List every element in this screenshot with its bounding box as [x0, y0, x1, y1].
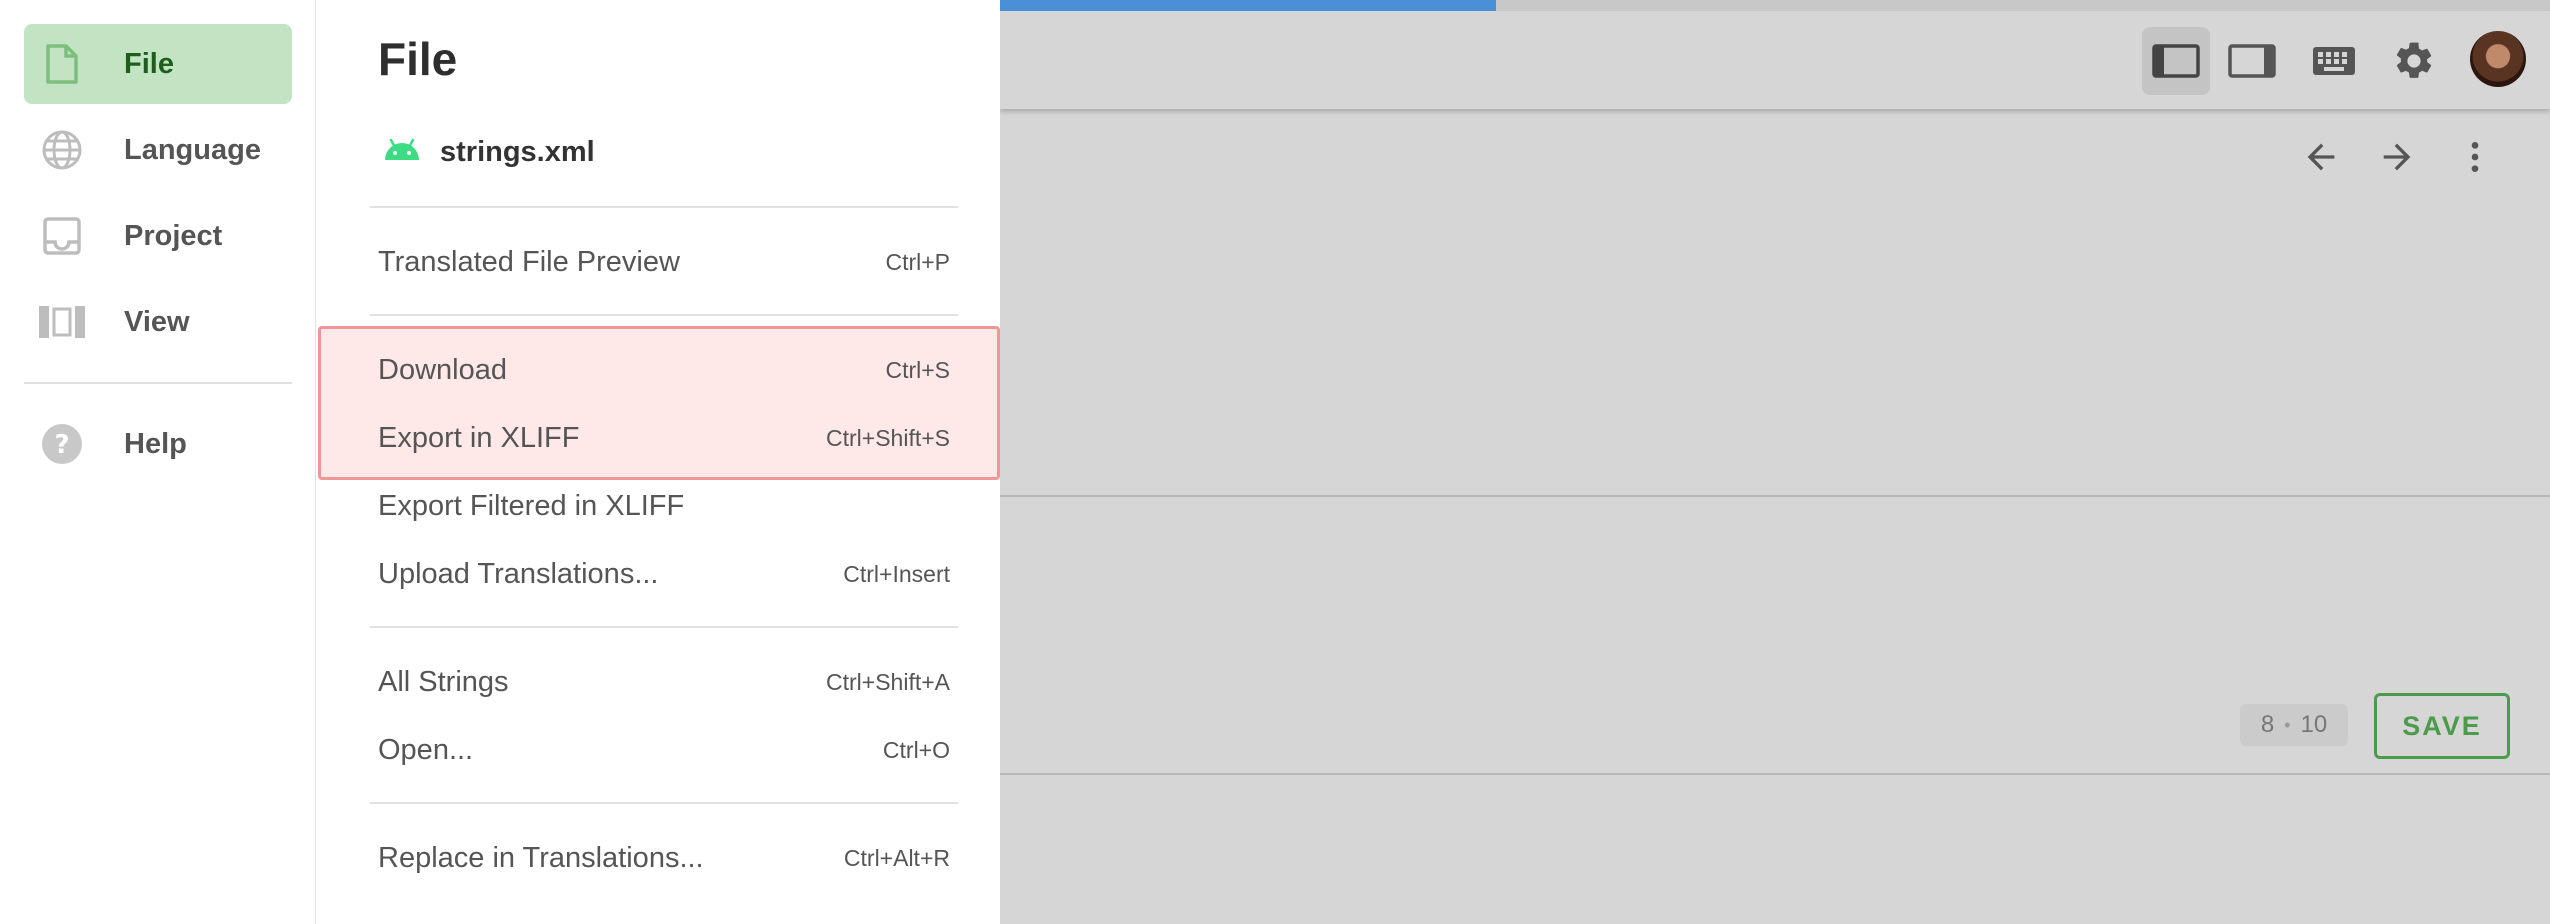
menu-divider — [370, 206, 958, 208]
sidebar-item-label: View — [124, 305, 190, 338]
menu-item-shortcut: Ctrl+P — [885, 248, 950, 275]
menu-item-download[interactable]: Download Ctrl+S — [378, 340, 950, 400]
avatar[interactable] — [2470, 31, 2526, 87]
file-icon — [45, 43, 79, 85]
char-counter: 8 • 10 — [2240, 704, 2348, 746]
sidebar-item-view[interactable]: View — [24, 282, 292, 362]
gear-icon[interactable] — [2380, 27, 2448, 95]
menu-divider — [370, 314, 958, 316]
counter-max: 10 — [2300, 711, 2328, 738]
inbox-icon — [42, 216, 82, 256]
save-button[interactable]: SAVE — [2374, 693, 2510, 759]
menu-item-all-strings[interactable]: All Strings Ctrl+Shift+A — [378, 652, 950, 712]
menu-item-translated-file-preview[interactable]: Translated File Preview Ctrl+P — [378, 232, 950, 292]
file-name: strings.xml — [440, 136, 595, 168]
arrow-left-icon[interactable] — [2294, 130, 2348, 184]
menu-item-label: Upload Translations... — [378, 557, 659, 590]
sidebar-item-label: Help — [124, 427, 187, 460]
menu-item-shortcut: Ctrl+Alt+R — [843, 844, 950, 871]
counter-current: 8 — [2260, 711, 2275, 738]
arrow-right-icon[interactable] — [2370, 130, 2424, 184]
menu-item-shortcut: Ctrl+S — [885, 356, 950, 383]
menu-item-export-filtered-xliff[interactable]: Export Filtered in XLIFF — [378, 476, 950, 536]
menu-item-upload-translations[interactable]: Upload Translations... Ctrl+Insert — [378, 544, 950, 604]
sidebar-item-help[interactable]: ? Help — [24, 404, 292, 484]
menu-item-label: Export in XLIFF — [378, 421, 580, 454]
android-icon — [382, 138, 422, 167]
menu-item-label: All Strings — [378, 665, 509, 698]
menu-item-label: Replace in Translations... — [378, 841, 704, 874]
view-columns-icon — [39, 306, 85, 338]
help-circle-icon: ? — [41, 423, 83, 465]
top-toolbar — [1000, 11, 2550, 109]
editor-divider — [1000, 495, 2550, 497]
sidebar-divider — [24, 382, 292, 384]
sidebar-item-label: Language — [124, 133, 261, 166]
menu-item-label: Translated File Preview — [378, 245, 680, 278]
menu-item-shortcut: Ctrl+Shift+S — [826, 424, 950, 451]
menu-item-open[interactable]: Open... Ctrl+O — [378, 720, 950, 780]
menu-item-shortcut: Ctrl+O — [882, 736, 950, 763]
file-menu-panel: File strings.xml Translated File Preview… — [316, 0, 1000, 924]
sidebar-left-icon[interactable] — [2142, 27, 2210, 95]
counter-separator: • — [2284, 714, 2291, 735]
menu-item-replace-in-translations[interactable]: Replace in Translations... Ctrl+Alt+R — [378, 828, 950, 888]
sidebar-item-project[interactable]: Project — [24, 196, 292, 276]
menu-divider — [370, 802, 958, 804]
menu-divider — [370, 626, 958, 628]
progress-fill — [1000, 0, 1496, 11]
left-nav: File Language Project View ? Help — [0, 0, 316, 924]
menu-item-label: Export Filtered in XLIFF — [378, 489, 685, 522]
menu-item-shortcut: Ctrl+Insert — [843, 560, 950, 587]
svg-text:?: ? — [54, 430, 69, 460]
sidebar-right-icon[interactable] — [2218, 27, 2286, 95]
panel-title: File — [378, 33, 458, 85]
menu-item-label: Open... — [378, 733, 474, 766]
editor-divider — [1000, 773, 2550, 775]
sidebar-item-language[interactable]: Language — [24, 110, 292, 190]
progress-bar — [1000, 0, 2550, 11]
sidebar-item-label: Project — [124, 219, 223, 252]
keyboard-icon[interactable] — [2300, 27, 2368, 95]
menu-item-export-xliff[interactable]: Export in XLIFF Ctrl+Shift+S — [378, 408, 950, 468]
more-vertical-icon[interactable] — [2448, 130, 2502, 184]
menu-item-label: Download — [378, 353, 507, 386]
sidebar-item-label: File — [124, 47, 174, 80]
current-file: strings.xml — [382, 136, 595, 169]
sidebar-item-file[interactable]: File — [24, 24, 292, 104]
menu-item-shortcut: Ctrl+Shift+A — [826, 668, 950, 695]
globe-icon — [41, 129, 83, 171]
